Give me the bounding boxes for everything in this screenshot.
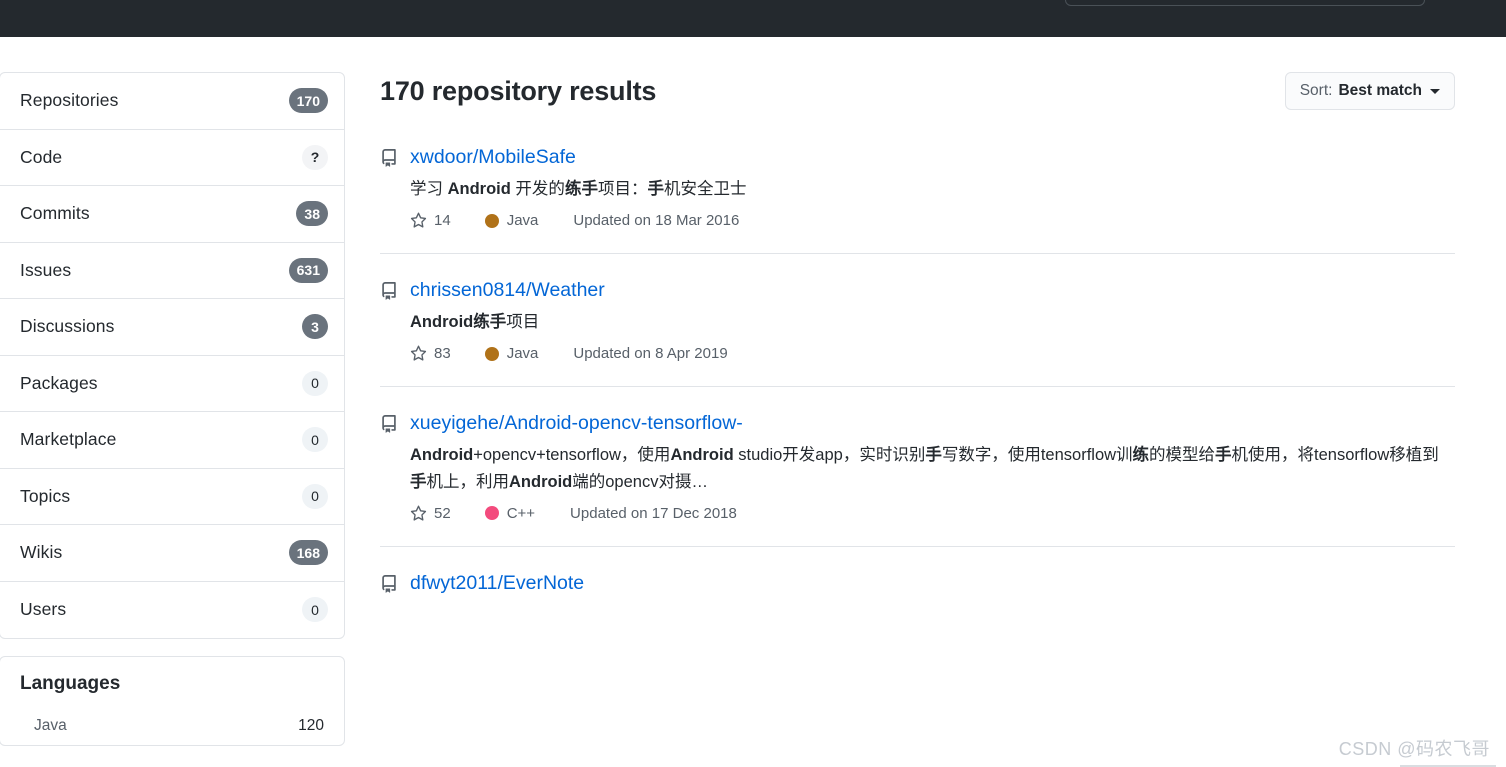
- sidebar-filter-count: 0: [302, 483, 328, 509]
- sidebar-filter-label: Commits: [20, 203, 90, 224]
- repository-updated-date: Updated on 17 Dec 2018: [570, 504, 737, 522]
- sidebar-filter-count: 38: [296, 201, 328, 227]
- sidebar-filter-packages[interactable]: Packages 0: [0, 356, 344, 412]
- sidebar-filter-repositories[interactable]: Repositories 170: [0, 73, 344, 130]
- repository-result-item: xueyigehe/Android-opencv-tensorflow- Andr…: [380, 411, 1455, 547]
- sidebar-filter-label: Packages: [20, 372, 98, 393]
- repository-description: Android+opencv+tensorflow，使用Android stud…: [410, 446, 1439, 492]
- repository-language: C++: [484, 504, 536, 522]
- results-header: 170 repository results Sort: Best match: [380, 65, 1455, 117]
- repository-language: Java: [484, 212, 539, 230]
- repository-description: 学习 Android 开发的练手项目：手机安全卫士: [410, 180, 747, 199]
- repository-updated-date: Updated on 8 Apr 2019: [573, 345, 728, 363]
- repository-result-body: xueyigehe/Android-opencv-tensorflow- Andr…: [410, 411, 1455, 522]
- repo-icon: [380, 571, 398, 598]
- repo-icon: [380, 278, 398, 362]
- sidebar-filter-issues[interactable]: Issues 631: [0, 243, 344, 299]
- star-icon: [410, 505, 427, 522]
- global-search-input[interactable]: [1065, 0, 1425, 6]
- repository-result-item: dfwyt2011/EverNote: [380, 571, 1455, 622]
- sidebar-filter-label: Discussions: [20, 316, 115, 337]
- repository-result-body: xwdoor/MobileSafe 学习 Android 开发的练手项目：手机安全…: [410, 145, 1455, 229]
- repository-language-name: Java: [506, 345, 539, 363]
- sidebar-filter-count: 170: [288, 88, 328, 114]
- languages-title: Languages: [20, 673, 121, 694]
- repository-result-body: dfwyt2011/EverNote: [410, 571, 1455, 598]
- sidebar-filter-label: Wikis: [20, 542, 63, 563]
- language-color-dot-icon: [484, 506, 499, 521]
- sidebar-filter-label: Issues: [20, 259, 72, 280]
- sidebar-filter-label: Marketplace: [20, 429, 117, 450]
- languages-card: Languages Java 120: [0, 656, 345, 746]
- repository-name-link[interactable]: dfwyt2011/EverNote: [410, 571, 584, 596]
- language-count: 120: [298, 717, 324, 734]
- results-count-title: 170 repository results: [380, 75, 657, 106]
- csdn-watermark: CSDN @码农飞哥: [1338, 739, 1490, 759]
- sidebar-filter-count: 168: [288, 540, 328, 566]
- repository-name-link[interactable]: chrissen0814/Weather: [410, 278, 605, 303]
- repository-result-body: chrissen0814/Weather Android练手项目 83 Java Upd…: [410, 278, 1455, 362]
- search-page: Repositories 170 Code? Commits 38 Issues 631 Di…: [0, 37, 1506, 767]
- sidebar-filter-code[interactable]: Code?: [0, 130, 344, 186]
- sort-prefix-label: Sort:: [1299, 82, 1333, 99]
- sidebar-filter-count: 0: [302, 597, 328, 623]
- chevron-down-icon: [1430, 88, 1440, 94]
- filter-type-card: Repositories 170 Code? Commits 38 Issues 631 Di…: [0, 72, 345, 639]
- repository-result-item: chrissen0814/Weather Android练手项目 83 Java Upd…: [380, 278, 1455, 388]
- global-header: [0, 0, 1506, 37]
- repository-meta-row: 83 Java Updated on 8 Apr 2019: [410, 345, 1455, 362]
- repository-updated-date: Updated on 18 Mar 2016: [573, 212, 740, 230]
- sort-dropdown-button[interactable]: Sort: Best match: [1284, 72, 1455, 110]
- repository-description: Android练手项目: [410, 313, 540, 332]
- sidebar-filter-count: ?: [302, 144, 328, 170]
- sidebar-filter-topics[interactable]: Topics 0: [0, 469, 344, 525]
- star-icon: [410, 212, 427, 229]
- sidebar-filter-commits[interactable]: Commits 38: [0, 186, 344, 243]
- star-count-value: 14: [434, 212, 451, 230]
- language-name: Java: [34, 717, 67, 734]
- sidebar-filter-users[interactable]: Users 0: [0, 582, 344, 639]
- repository-language: Java: [484, 345, 539, 363]
- sidebar-filter-label: Code: [20, 146, 63, 167]
- sidebar-filter-marketplace[interactable]: Marketplace 0: [0, 412, 344, 469]
- sidebar-filter-count: 0: [302, 427, 328, 453]
- repository-meta-row: 52 C++ Updated on 17 Dec 2018: [410, 505, 1455, 522]
- star-icon: [410, 345, 427, 362]
- repository-meta-row: 14 Java Updated on 18 Mar 2016: [410, 212, 1455, 229]
- sidebar-filter-count: 0: [302, 370, 328, 396]
- search-results-column: 170 repository results Sort: Best match …: [380, 65, 1455, 646]
- sidebar-filter-wikis[interactable]: Wikis 168: [0, 525, 344, 582]
- star-count[interactable]: 52: [410, 505, 451, 522]
- sidebar-filter-label: Repositories: [20, 90, 119, 111]
- sidebar-filter-discussions[interactable]: Discussions 3: [0, 299, 344, 356]
- repository-results-list: xwdoor/MobileSafe 学习 Android 开发的练手项目：手机安全…: [380, 145, 1455, 622]
- star-count[interactable]: 83: [410, 345, 451, 362]
- repository-name-link[interactable]: xueyigehe/Android-opencv-tensorflow-: [410, 411, 743, 436]
- star-count-value: 52: [434, 504, 451, 522]
- star-count-value: 83: [434, 345, 451, 363]
- search-filters-sidebar: Repositories 170 Code? Commits 38 Issues 631 Di…: [0, 72, 345, 746]
- sidebar-filter-label: Topics: [20, 485, 71, 506]
- repo-icon: [380, 411, 398, 522]
- language-color-dot-icon: [484, 346, 499, 361]
- repository-language-name: Java: [506, 212, 539, 230]
- repository-result-item: xwdoor/MobileSafe 学习 Android 开发的练手项目：手机安全…: [380, 145, 1455, 255]
- repository-language-name: C++: [506, 504, 536, 522]
- language-filter-row[interactable]: Java 120: [20, 717, 324, 735]
- repository-name-link[interactable]: xwdoor/MobileSafe: [410, 145, 576, 170]
- sort-current-value: Best match: [1338, 82, 1422, 99]
- sidebar-filter-count: 631: [288, 257, 328, 283]
- language-color-dot-icon: [484, 213, 499, 228]
- sidebar-filter-count: 3: [302, 314, 328, 340]
- star-count[interactable]: 14: [410, 212, 451, 229]
- sidebar-filter-label: Users: [20, 599, 67, 620]
- repo-icon: [380, 145, 398, 229]
